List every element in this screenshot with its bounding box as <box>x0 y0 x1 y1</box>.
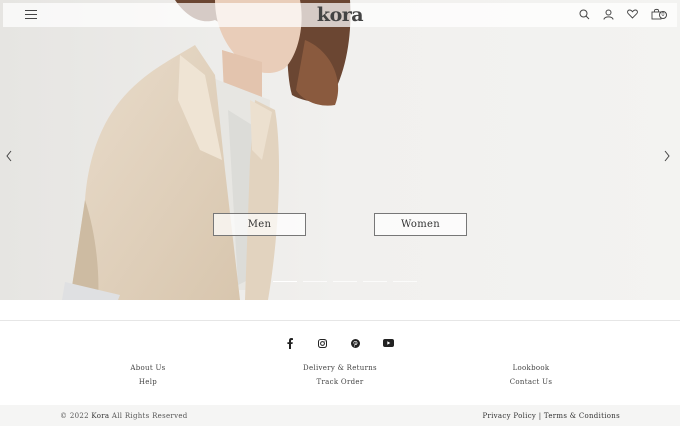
slide-dot[interactable] <box>303 281 327 282</box>
account-icon[interactable] <box>601 7 615 21</box>
facebook-icon[interactable] <box>283 337 296 349</box>
slide-dot[interactable] <box>273 281 297 282</box>
prev-slide-arrow-icon[interactable] <box>5 147 17 162</box>
privacy-policy-link[interactable]: Privacy Policy <box>482 412 536 420</box>
instagram-icon[interactable] <box>316 337 329 349</box>
hero-image <box>0 0 680 300</box>
legal-links: Privacy Policy | Terms & Conditions <box>482 412 620 420</box>
cart-icon[interactable]: 0 <box>649 7 667 21</box>
footer-divider <box>0 320 680 321</box>
slide-dot[interactable] <box>333 281 357 282</box>
slide-dot[interactable] <box>363 281 387 282</box>
lookbook-link[interactable]: Lookbook <box>500 361 562 375</box>
social-links <box>283 337 395 349</box>
slide-dot[interactable] <box>393 281 417 282</box>
terms-conditions-link[interactable]: Terms & Conditions <box>544 412 620 420</box>
cart-count-badge: 0 <box>659 11 667 19</box>
wishlist-icon[interactable] <box>625 7 639 21</box>
menu-icon[interactable] <box>25 10 37 20</box>
about-us-link[interactable]: About Us <box>118 361 178 375</box>
hero-slider: kora 0 Men Women <box>0 0 680 300</box>
header-bar: kora 0 <box>3 3 677 27</box>
delivery-returns-link[interactable]: Delivery & Returns <box>295 361 385 375</box>
legal-separator: | <box>538 412 542 420</box>
header-actions: 0 <box>577 7 667 21</box>
next-slide-arrow-icon[interactable] <box>663 147 675 162</box>
help-link[interactable]: Help <box>118 375 178 389</box>
youtube-icon[interactable] <box>382 337 395 349</box>
shop-men-button[interactable]: Men <box>213 213 306 236</box>
copyright-year: © 2022 <box>60 412 89 420</box>
copyright: © 2022 Kora All Rights Reserved <box>60 412 188 420</box>
search-icon[interactable] <box>577 7 591 21</box>
slider-pagination <box>273 281 417 282</box>
footer-links-col3: Lookbook Contact Us <box>500 361 562 389</box>
footer-links-col1: About Us Help <box>118 361 178 389</box>
logo[interactable]: kora <box>317 3 364 27</box>
footer-bottom-bar: © 2022 Kora All Rights Reserved Privacy … <box>0 405 680 426</box>
copyright-brand: Kora <box>91 412 110 420</box>
track-order-link[interactable]: Track Order <box>295 375 385 389</box>
pinterest-icon[interactable] <box>349 337 362 349</box>
shop-women-button[interactable]: Women <box>374 213 467 236</box>
copyright-text: All Rights Reserved <box>111 412 188 420</box>
footer-links-col2: Delivery & Returns Track Order <box>295 361 385 389</box>
contact-us-link[interactable]: Contact Us <box>500 375 562 389</box>
